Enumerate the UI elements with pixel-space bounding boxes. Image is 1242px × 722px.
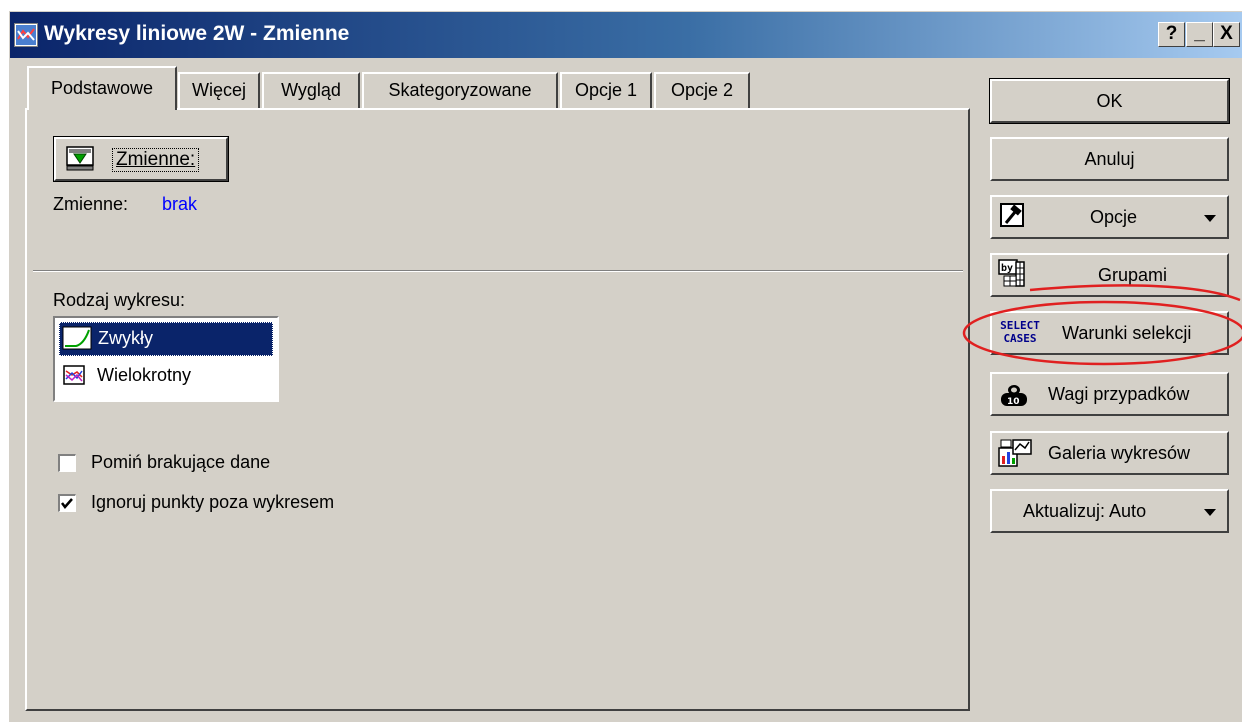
- gallery-button-label: Galeria wykresów: [1048, 443, 1191, 463]
- select-cases-button-label: Warunki selekcji: [1062, 323, 1192, 343]
- weight-icon: 10: [998, 382, 1030, 413]
- svg-text:by: by: [1001, 263, 1013, 274]
- select-cases-icon: SELECT CASES: [1000, 319, 1040, 345]
- tab-wiecej[interactable]: Więcej: [178, 72, 260, 108]
- ok-button-frame[interactable]: OK: [989, 78, 1230, 124]
- tab-podstawowe[interactable]: Podstawowe: [27, 66, 177, 110]
- gallery-button[interactable]: Galeria wykresów: [990, 431, 1229, 475]
- svg-text:10: 10: [1007, 397, 1020, 407]
- chart-gallery-icon: [998, 438, 1034, 473]
- checkbox-skip-missing-label[interactable]: Pomiń brakujące dane: [91, 452, 270, 473]
- ok-button[interactable]: OK: [990, 79, 1229, 123]
- chart-type-label: Rodzaj wykresu:: [53, 290, 186, 310]
- variables-button-label: Zmienne:: [112, 148, 200, 172]
- multiple-line-chart-icon: [63, 365, 87, 392]
- tab-opcje-1[interactable]: Opcje 1: [560, 72, 652, 108]
- weights-button-label: Wagi przypadków: [1048, 384, 1190, 404]
- title-bar[interactable]: Wykresy liniowe 2W - Zmienne ? _ X: [10, 12, 1242, 58]
- options-button[interactable]: Opcje: [990, 195, 1229, 239]
- list-item-zwykly[interactable]: Zwykły: [59, 322, 273, 356]
- update-dropdown-button[interactable]: Aktualizuj: Auto: [990, 489, 1229, 533]
- tab-skategoryzowane[interactable]: Skategoryzowane: [362, 72, 558, 108]
- list-item-label: Wielokrotny: [97, 365, 192, 385]
- variables-icon: [66, 146, 96, 177]
- cancel-button[interactable]: Anuluj: [990, 137, 1229, 181]
- cases-icon-text: CASES: [1003, 332, 1037, 345]
- groups-button-label: Grupami: [1098, 265, 1168, 285]
- list-item-wielokrotny[interactable]: Wielokrotny: [59, 360, 273, 394]
- variables-label: Zmienne:: [53, 194, 129, 214]
- simple-line-chart-icon: [62, 326, 92, 355]
- variables-button-frame[interactable]: Zmienne:: [53, 136, 229, 182]
- checkbox-ignore-points[interactable]: [58, 494, 76, 512]
- help-button[interactable]: ?: [1158, 22, 1185, 47]
- options-button-label: Opcje: [1090, 207, 1138, 227]
- minimize-button[interactable]: _: [1186, 22, 1213, 47]
- list-item-label: Zwykły: [98, 328, 153, 348]
- weights-button[interactable]: 10 Wagi przypadków: [990, 372, 1229, 416]
- tab-panel: Zmienne: Zmienne: brak Rodzaj wykresu: Z…: [25, 108, 970, 711]
- hammer-icon: [1000, 203, 1026, 234]
- close-button[interactable]: X: [1213, 22, 1240, 47]
- checkmark-icon: [61, 498, 73, 509]
- checkbox-ignore-points-label[interactable]: Ignoruj punkty poza wykresem: [91, 492, 334, 513]
- checkbox-skip-missing[interactable]: [58, 454, 76, 472]
- separator: [33, 270, 963, 272]
- chart-type-list[interactable]: Zwykły Wielokrotny: [53, 316, 279, 402]
- tab-wyglad[interactable]: Wygląd: [262, 72, 360, 108]
- tab-opcje-2[interactable]: Opcje 2: [654, 72, 750, 108]
- groups-button[interactable]: by Grupami: [990, 253, 1229, 297]
- chevron-down-icon: [1204, 509, 1216, 516]
- select-icon-text: SELECT: [1000, 319, 1040, 332]
- by-group-icon: by: [998, 259, 1026, 294]
- line-chart-app-icon: [14, 23, 38, 47]
- variables-value: brak: [162, 194, 198, 214]
- update-button-label: Aktualizuj: Auto: [1023, 501, 1147, 521]
- window-title: Wykresy liniowe 2W - Zmienne: [44, 22, 350, 45]
- chevron-down-icon: [1204, 215, 1216, 222]
- select-cases-button[interactable]: SELECT CASES Warunki selekcji: [990, 311, 1229, 355]
- variables-button[interactable]: Zmienne:: [54, 137, 228, 181]
